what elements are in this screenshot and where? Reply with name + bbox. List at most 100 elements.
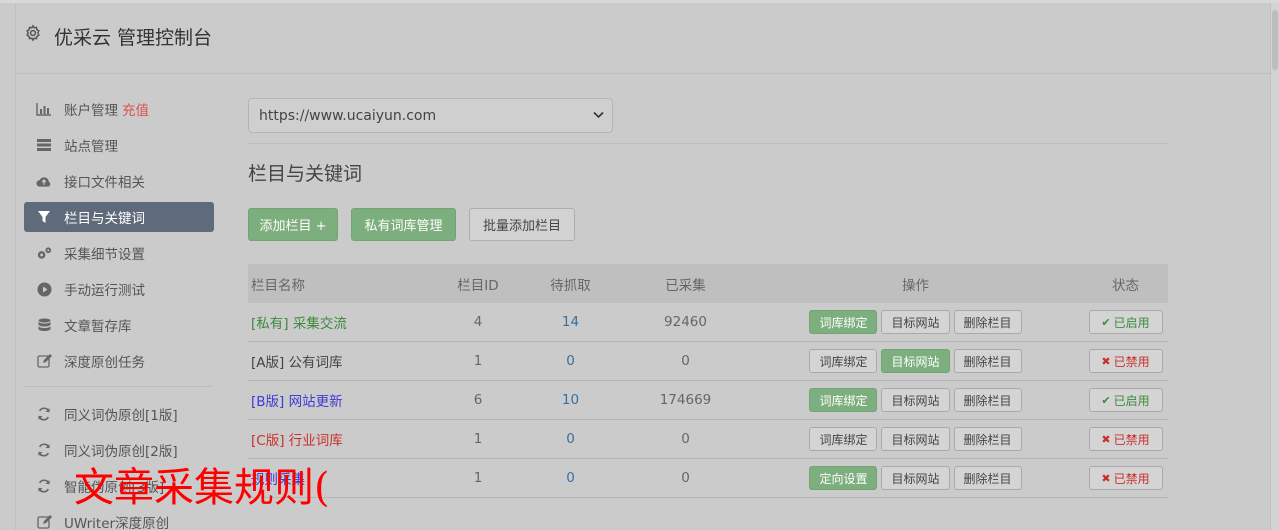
sidebar-item-columns[interactable]: 栏目与关键词 bbox=[24, 202, 214, 232]
column-id: 1 bbox=[473, 431, 483, 447]
sidebar-item-label: 文章暂存库 bbox=[64, 319, 132, 335]
delete-column-button[interactable]: 删除栏目 bbox=[953, 427, 1022, 451]
table-row: [B版] 网站更新 6 10 174669 词库绑定 目标网站 删除栏目 ✔ 已启用 bbox=[248, 381, 1168, 420]
sidebar-item-label: 站点管理 bbox=[64, 139, 118, 155]
table-row: 规则采集 1 0 0 定向设置 目标网站 删除栏目 ✖ 已禁用 bbox=[248, 459, 1168, 498]
status-toggle[interactable]: ✖ 已禁用 bbox=[1088, 466, 1163, 490]
row-actions: 词库绑定 目标网站 删除栏目 bbox=[748, 427, 1083, 451]
column-id: 6 bbox=[473, 392, 483, 408]
refresh-icon bbox=[36, 442, 52, 458]
status-label: 已启用 bbox=[1113, 315, 1150, 330]
table-row: [A版] 公有词库 1 0 0 词库绑定 目标网站 删除栏目 ✖ 已禁用 bbox=[248, 342, 1168, 381]
column-id: 1 bbox=[473, 353, 483, 369]
scrollbar[interactable] bbox=[1271, 3, 1279, 530]
pending-count-link[interactable]: 10 bbox=[518, 392, 623, 408]
sidebar-item-label: 同义词伪原创[1版] bbox=[64, 408, 178, 424]
bind-lexicon-button[interactable]: 词库绑定 bbox=[809, 310, 878, 334]
status-cell: ✖ 已禁用 bbox=[1083, 349, 1168, 373]
filter-icon bbox=[36, 209, 52, 225]
status-label: 已启用 bbox=[1113, 393, 1150, 408]
status-toggle[interactable]: ✖ 已禁用 bbox=[1088, 427, 1163, 451]
sidebar-item-synonym-v1[interactable]: 同义词伪原创[1版] bbox=[24, 399, 214, 429]
sidebar-item-sites[interactable]: 站点管理 bbox=[24, 130, 214, 160]
header-state: 状态 bbox=[1112, 277, 1139, 294]
status-cell: ✔ 已启用 bbox=[1083, 388, 1168, 412]
sidebar-item-article-store[interactable]: 文章暂存库 bbox=[24, 310, 214, 340]
table-row: [私有] 采集交流 4 14 92460 词库绑定 目标网站 删除栏目 ✔ 已启用 bbox=[248, 303, 1168, 342]
batch-add-button[interactable]: 批量添加栏目 bbox=[469, 208, 575, 241]
bind-lexicon-button[interactable]: 词库绑定 bbox=[809, 349, 878, 373]
sidebar-item-label: 深度原创任务 bbox=[64, 355, 145, 371]
collected-count: 0 bbox=[681, 470, 690, 486]
add-column-button[interactable]: 添加栏目 + bbox=[248, 208, 338, 241]
row-actions: 词库绑定 目标网站 删除栏目 bbox=[748, 388, 1083, 412]
target-site-button[interactable]: 目标网站 bbox=[881, 310, 950, 334]
header-wait: 待抓取 bbox=[550, 277, 591, 294]
database-icon bbox=[36, 317, 52, 333]
status-label: 已禁用 bbox=[1113, 471, 1150, 486]
column-name-link[interactable]: [私有] 采集交流 bbox=[248, 312, 438, 332]
sidebar-item-account[interactable]: 账户管理 充值 bbox=[24, 94, 214, 124]
bind-lexicon-button[interactable]: 词库绑定 bbox=[809, 388, 878, 412]
sidebar-item-label: 采集细节设置 bbox=[64, 247, 145, 263]
row-actions: 定向设置 目标网站 删除栏目 bbox=[748, 466, 1083, 490]
delete-column-button[interactable]: 删除栏目 bbox=[953, 349, 1022, 373]
status-toggle[interactable]: ✔ 已启用 bbox=[1088, 310, 1163, 334]
header-done: 已采集 bbox=[665, 277, 706, 294]
table-header: 栏目名称 栏目ID 待抓取 已采集 操作 状态 bbox=[248, 264, 1168, 303]
chevron-down-icon bbox=[593, 109, 604, 122]
column-name-link[interactable]: [B版] 网站更新 bbox=[248, 390, 438, 410]
delete-column-button[interactable]: 删除栏目 bbox=[953, 310, 1022, 334]
site-select-value: https://www.ucaiyun.com bbox=[259, 107, 437, 124]
target-site-button[interactable]: 目标网站 bbox=[881, 427, 950, 451]
status-cell: ✖ 已禁用 bbox=[1083, 466, 1168, 490]
app-title: 优采云 管理控制台 bbox=[54, 27, 213, 49]
check-icon: ✔ bbox=[1101, 393, 1111, 407]
target-site-button[interactable]: 目标网站 bbox=[881, 388, 950, 412]
header: 优采云 管理控制台 bbox=[16, 3, 1272, 74]
bind-lexicon-button[interactable]: 词库绑定 bbox=[809, 427, 878, 451]
site-select[interactable]: https://www.ucaiyun.com bbox=[248, 98, 613, 133]
pending-count-link[interactable]: 0 bbox=[518, 353, 623, 369]
close-icon: ✖ bbox=[1101, 354, 1111, 368]
status-toggle[interactable]: ✖ 已禁用 bbox=[1088, 349, 1163, 373]
sidebar-item-label: 手动运行测试 bbox=[64, 283, 145, 299]
sidebar-item-manual-run[interactable]: 手动运行测试 bbox=[24, 274, 214, 304]
check-icon: ✔ bbox=[1101, 315, 1111, 329]
private-lib-button[interactable]: 私有词库管理 bbox=[351, 208, 456, 241]
delete-column-button[interactable]: 删除栏目 bbox=[953, 466, 1022, 490]
collected-count: 0 bbox=[681, 353, 690, 369]
direction-settings-button[interactable]: 定向设置 bbox=[809, 466, 878, 490]
delete-column-button[interactable]: 删除栏目 bbox=[953, 388, 1022, 412]
columns-table: 栏目名称 栏目ID 待抓取 已采集 操作 状态 [私有] 采集交流 4 14 9246… bbox=[248, 264, 1168, 498]
refresh-icon bbox=[36, 478, 52, 494]
pending-count-link[interactable]: 0 bbox=[518, 470, 623, 486]
header-ops: 操作 bbox=[902, 277, 929, 294]
sidebar-item-collect-settings[interactable]: 采集细节设置 bbox=[24, 238, 214, 268]
gear-icon bbox=[24, 24, 42, 42]
target-site-button[interactable]: 目标网站 bbox=[881, 466, 950, 490]
pending-count-link[interactable]: 0 bbox=[518, 431, 623, 447]
status-toggle[interactable]: ✔ 已启用 bbox=[1088, 388, 1163, 412]
close-icon: ✖ bbox=[1101, 471, 1111, 485]
header-name: 栏目名称 bbox=[251, 277, 305, 294]
edit-icon bbox=[36, 514, 52, 530]
scrollbar-thumb[interactable] bbox=[1272, 10, 1278, 70]
close-icon: ✖ bbox=[1101, 432, 1111, 446]
divider bbox=[248, 143, 1168, 144]
refresh-icon bbox=[36, 406, 52, 422]
column-id: 4 bbox=[473, 314, 483, 330]
column-name-link[interactable]: [A版] 公有词库 bbox=[248, 351, 438, 371]
server-icon bbox=[36, 137, 52, 153]
cloud-upload-icon bbox=[36, 173, 52, 189]
target-site-button[interactable]: 目标网站 bbox=[881, 349, 950, 373]
status-cell: ✔ 已启用 bbox=[1083, 310, 1168, 334]
column-name-link[interactable]: [C版] 行业词库 bbox=[248, 429, 438, 449]
section-title: 栏目与关键词 bbox=[248, 163, 363, 185]
row-actions: 词库绑定 目标网站 删除栏目 bbox=[748, 310, 1083, 334]
recharge-link[interactable]: 充值 bbox=[122, 99, 149, 119]
pending-count-link[interactable]: 14 bbox=[518, 314, 623, 330]
sidebar-item-deep-original[interactable]: 深度原创任务 bbox=[24, 346, 214, 376]
cogs-icon bbox=[36, 245, 52, 261]
sidebar-item-interface[interactable]: 接口文件相关 bbox=[24, 166, 214, 196]
